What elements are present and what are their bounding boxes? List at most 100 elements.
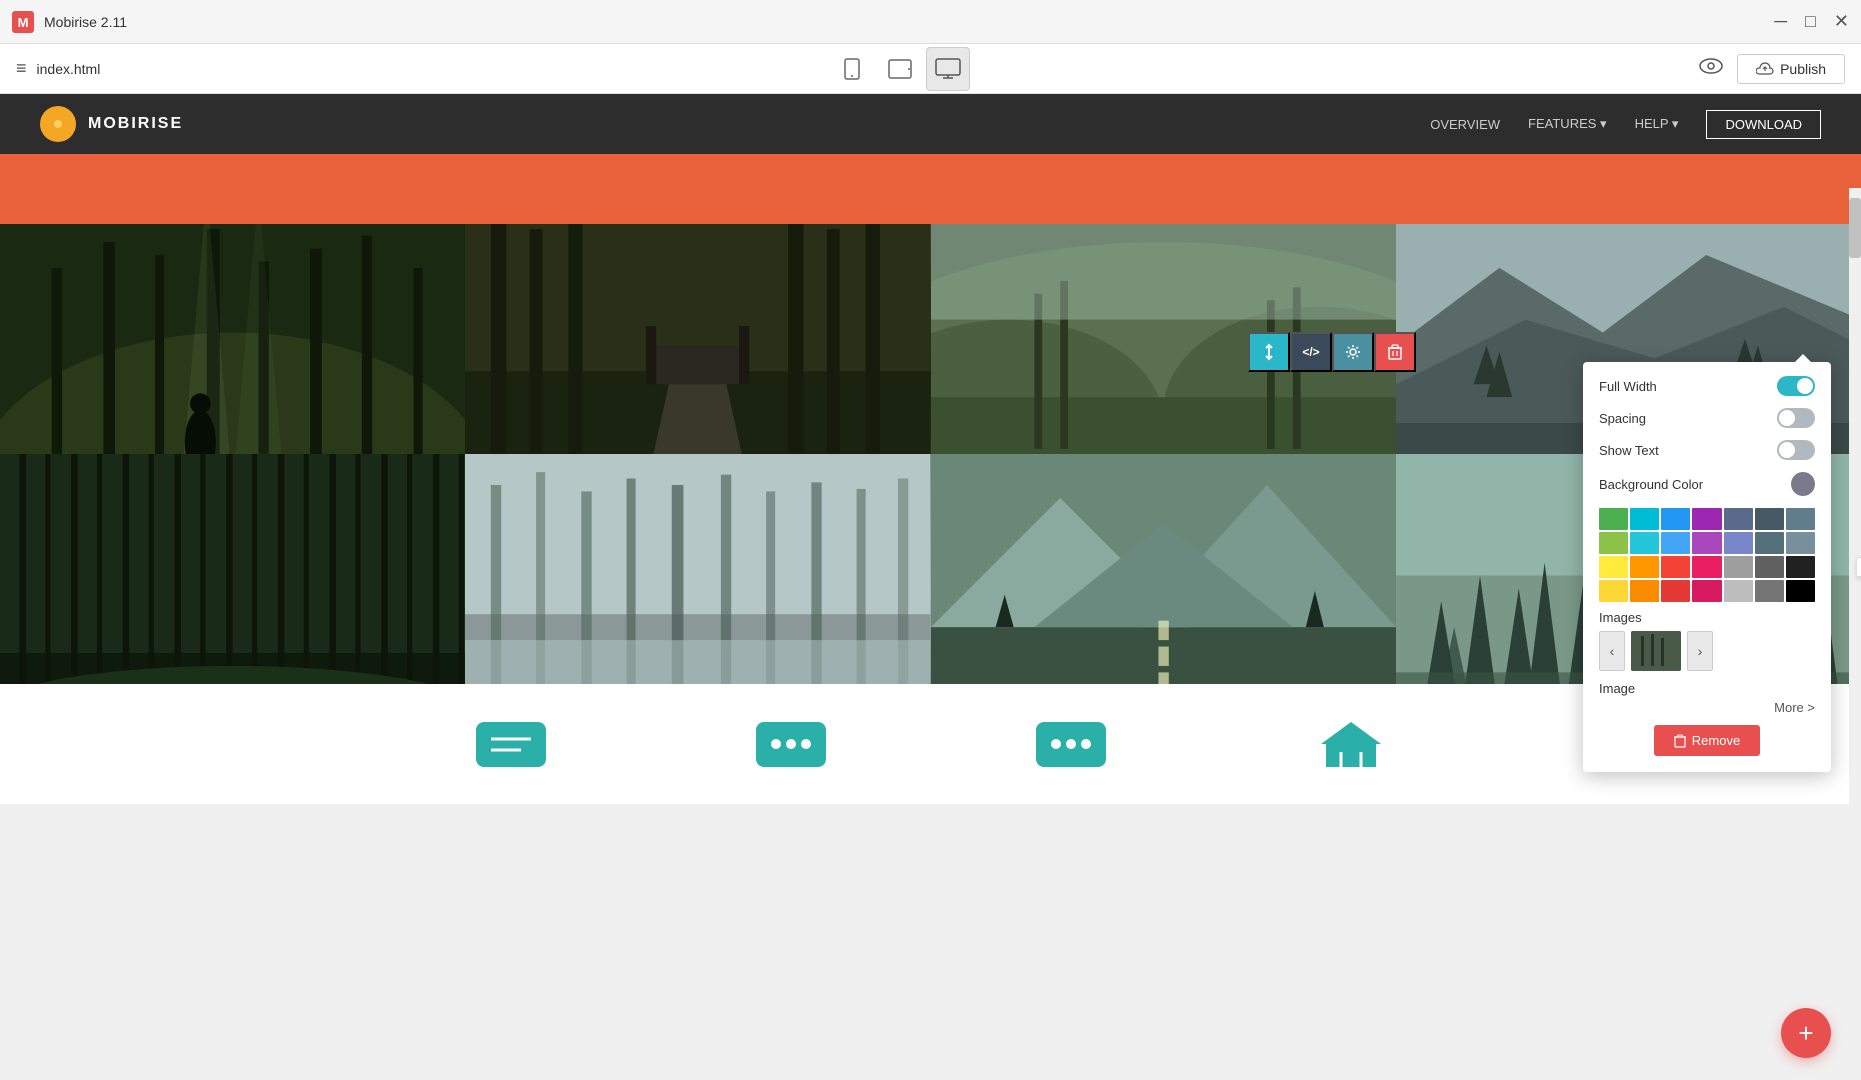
next-image-button[interactable]: ›: [1687, 631, 1713, 671]
title-bar-controls[interactable]: ─ □ ✕: [1774, 11, 1849, 32]
publish-button[interactable]: Publish: [1737, 54, 1845, 84]
color-swatch-orange[interactable]: [1630, 556, 1659, 578]
color-swatch-cyan[interactable]: [1630, 508, 1659, 530]
full-width-toggle[interactable]: [1777, 376, 1815, 396]
settings-button[interactable]: [1332, 332, 1374, 372]
color-swatch-dark-orange[interactable]: [1630, 580, 1659, 602]
color-swatch-light-blue[interactable]: [1661, 532, 1690, 554]
nav-link-overview[interactable]: OVERVIEW: [1430, 117, 1500, 132]
mobile-view-button[interactable]: [830, 47, 874, 91]
code-icon: </>: [1302, 345, 1319, 359]
color-swatch-dark-red[interactable]: [1661, 580, 1690, 602]
block-action-bar: </>: [1248, 332, 1416, 372]
gallery-cell-7: [931, 454, 1396, 684]
color-swatch-yellow[interactable]: [1599, 556, 1628, 578]
color-swatch-slate[interactable]: [1724, 508, 1753, 530]
color-swatch-light-cyan[interactable]: [1630, 532, 1659, 554]
color-value-tooltip: #553982: [1856, 557, 1861, 577]
nav-download-button[interactable]: DOWNLOAD: [1706, 110, 1821, 139]
color-swatch-pink[interactable]: [1692, 556, 1721, 578]
background-color-row: Background Color: [1599, 472, 1815, 496]
images-label: Images: [1599, 610, 1815, 625]
move-block-button[interactable]: [1248, 332, 1290, 372]
full-width-row: Full Width: [1599, 376, 1815, 396]
nav-link-help[interactable]: HELP ▾: [1635, 116, 1679, 132]
remove-label: Remove: [1692, 733, 1740, 748]
edit-code-button[interactable]: </>: [1290, 332, 1332, 372]
gallery-grid: [0, 224, 1861, 684]
desktop-view-button[interactable]: [926, 47, 970, 91]
color-swatch-black[interactable]: [1786, 580, 1815, 602]
spacing-row: Spacing: [1599, 408, 1815, 428]
palette-row-3: [1599, 556, 1815, 578]
tablet-view-button[interactable]: [878, 47, 922, 91]
color-swatch-dark-gray[interactable]: [1755, 532, 1784, 554]
scrollbar-track[interactable]: [1849, 188, 1861, 1080]
color-swatch-red[interactable]: [1661, 556, 1690, 578]
file-name-label: index.html: [37, 61, 101, 77]
remove-button[interactable]: Remove: [1654, 725, 1760, 756]
more-link[interactable]: More >: [1599, 700, 1815, 715]
site-navigation: MOBIRISE OVERVIEW FEATURES ▾ HELP ▾ DOWN…: [0, 94, 1861, 154]
nav-next-area: ›: [1687, 631, 1713, 671]
title-bar-left: M Mobirise 2.11: [12, 11, 127, 33]
color-swatch-green[interactable]: [1599, 508, 1628, 530]
image-thumbnail-1[interactable]: [1631, 631, 1681, 671]
minimize-icon[interactable]: ─: [1774, 11, 1787, 32]
panel-arrow: [1795, 354, 1811, 362]
move-icon: [1260, 343, 1278, 361]
nav-link-features[interactable]: FEATURES ▾: [1528, 116, 1607, 132]
spacing-label: Spacing: [1599, 411, 1646, 426]
background-color-swatch[interactable]: [1791, 472, 1815, 496]
color-swatch-blue[interactable]: [1661, 508, 1690, 530]
settings-panel: Full Width Spacing Show Text Background …: [1583, 362, 1831, 772]
svg-text:M: M: [18, 15, 29, 30]
show-text-toggle[interactable]: [1777, 440, 1815, 460]
hamburger-menu-button[interactable]: ≡: [16, 58, 27, 79]
image-thumbs-row: ‹ ›: [1599, 631, 1815, 671]
color-swatch-blue-gray[interactable]: [1755, 508, 1784, 530]
color-swatch-medium-gray2[interactable]: [1755, 580, 1784, 602]
color-swatch-indigo[interactable]: [1724, 532, 1753, 554]
scrollbar-thumb[interactable]: [1849, 198, 1861, 258]
top-toolbar: ≡ index.html: [0, 44, 1861, 94]
orange-banner: [0, 154, 1861, 224]
color-swatch-very-light-gray[interactable]: [1724, 580, 1753, 602]
nav-prev-area: ‹: [1599, 631, 1625, 671]
color-swatch-gray[interactable]: #553982: [1786, 508, 1815, 530]
trash-icon-small: [1674, 734, 1686, 748]
show-text-row: Show Text: [1599, 440, 1815, 460]
image-label: Image: [1599, 681, 1815, 696]
gallery-cell-5: [0, 454, 465, 684]
spacing-toggle[interactable]: [1777, 408, 1815, 428]
color-swatch-dark-pink[interactable]: [1692, 580, 1721, 602]
delete-block-button[interactable]: [1374, 332, 1416, 372]
bottom-icon-3: [1031, 717, 1111, 772]
palette-row-1: #553982: [1599, 508, 1815, 530]
color-swatch-medium-dark-gray[interactable]: [1755, 556, 1784, 578]
title-bar: M Mobirise 2.11 ─ □ ✕: [0, 0, 1861, 44]
color-swatch-almost-black[interactable]: [1786, 556, 1815, 578]
icon-item-4: [1311, 717, 1391, 772]
color-swatch-light-green[interactable]: [1599, 532, 1628, 554]
color-swatch-medium-gray[interactable]: [1786, 532, 1815, 554]
preview-button[interactable]: [1699, 57, 1723, 81]
tablet-icon: [888, 58, 912, 80]
icon-item-1: [471, 717, 551, 772]
color-swatch-light-yellow[interactable]: [1599, 580, 1628, 602]
add-icon: +: [1798, 1018, 1813, 1049]
maximize-icon[interactable]: □: [1805, 11, 1816, 32]
close-icon[interactable]: ✕: [1834, 11, 1849, 32]
color-swatch-purple[interactable]: [1692, 508, 1721, 530]
color-swatch-light-gray[interactable]: [1724, 556, 1753, 578]
gallery-cell-6: [465, 454, 930, 684]
prev-image-button[interactable]: ‹: [1599, 631, 1625, 671]
site-logo-area: MOBIRISE: [40, 106, 183, 142]
color-palette-area: #553982: [1599, 508, 1815, 602]
device-switcher: [830, 47, 970, 91]
images-section: Images ‹ ›: [1599, 610, 1815, 671]
add-block-fab[interactable]: +: [1781, 1008, 1831, 1058]
gallery-cell-2: [465, 224, 930, 454]
color-swatch-light-purple[interactable]: [1692, 532, 1721, 554]
show-text-label: Show Text: [1599, 443, 1659, 458]
